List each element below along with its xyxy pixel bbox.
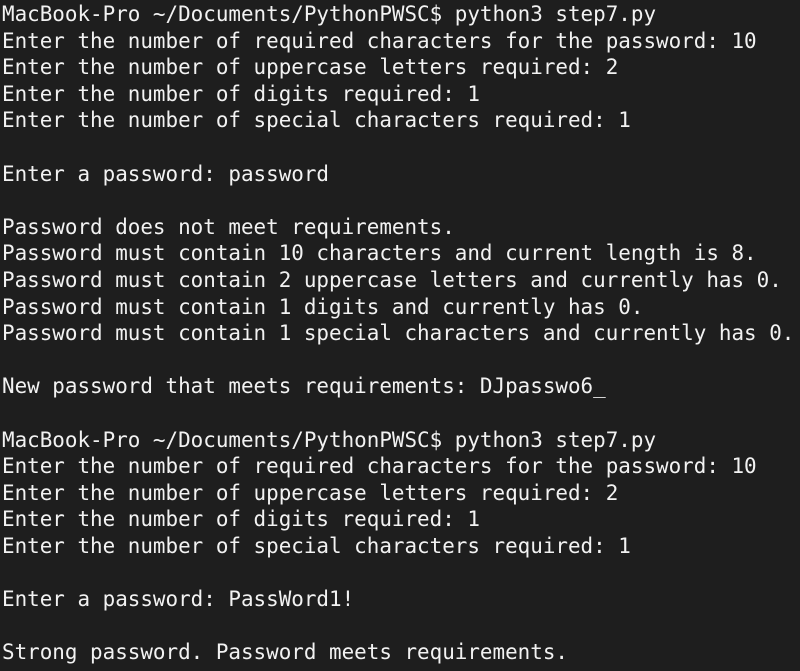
output-line: Password must contain 1 special characte… (2, 321, 795, 346)
output-line: Enter the number of uppercase letters re… (2, 480, 619, 505)
output-line: Password must contain 1 digits and curre… (2, 294, 644, 319)
output-line: Enter the number of required characters … (2, 454, 757, 479)
terminal-output: MacBook-Pro ~/Documents/PythonPWSC$ pyth… (0, 0, 800, 671)
output-line: Enter the number of required characters … (2, 28, 757, 53)
prompt-command-line: MacBook-Pro ~/Documents/PythonPWSC$ pyth… (2, 427, 657, 452)
output-line: Password must contain 10 characters and … (2, 241, 757, 266)
prompt-command-line: MacBook-Pro ~/Documents/PythonPWSC$ pyth… (2, 2, 657, 26)
output-line: Strong password. Password meets requirem… (2, 640, 568, 665)
output-line: New password that meets requirements: DJ… (2, 374, 606, 399)
output-line: Password does not meet requirements. (2, 214, 455, 239)
password-input-line: Enter a password: PassWord1! (2, 587, 355, 612)
output-line: Enter the number of digits required: 1 (2, 507, 480, 532)
output-line: Password must contain 2 uppercase letter… (2, 267, 782, 292)
output-line: Enter the number of special characters r… (2, 533, 631, 558)
output-line: Enter the number of digits required: 1 (2, 81, 480, 106)
password-input-line: Enter a password: password (2, 161, 330, 186)
output-line: Enter the number of special characters r… (2, 108, 631, 133)
output-line: Enter the number of uppercase letters re… (2, 55, 619, 80)
